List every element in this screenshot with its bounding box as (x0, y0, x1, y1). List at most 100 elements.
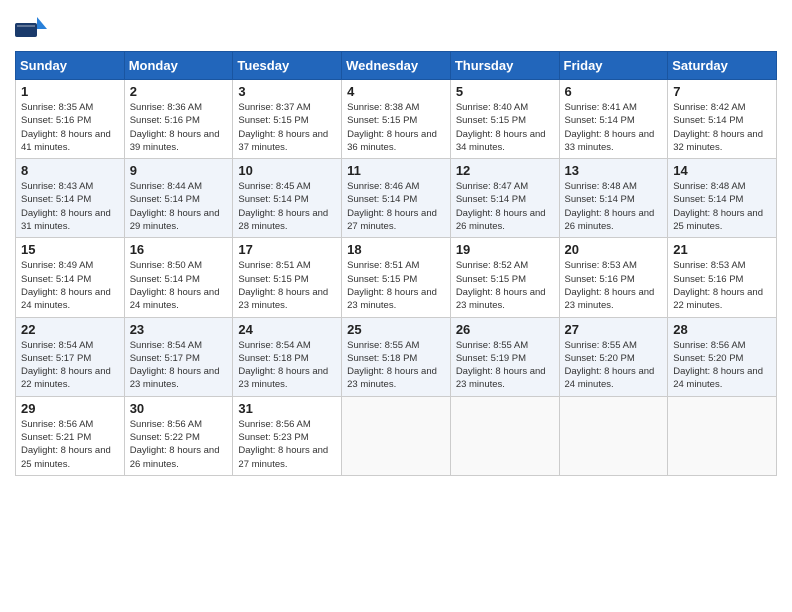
day-number: 8 (21, 163, 119, 178)
day-detail: Sunrise: 8:54 AM Sunset: 5:18 PM Dayligh… (238, 339, 336, 392)
day-detail: Sunrise: 8:53 AM Sunset: 5:16 PM Dayligh… (565, 259, 663, 312)
day-detail: Sunrise: 8:41 AM Sunset: 5:14 PM Dayligh… (565, 101, 663, 154)
day-cell-12: 12 Sunrise: 8:47 AM Sunset: 5:14 PM Dayl… (450, 159, 559, 238)
weekday-friday: Friday (559, 52, 668, 80)
empty-cell (450, 396, 559, 475)
day-number: 14 (673, 163, 771, 178)
weekday-wednesday: Wednesday (342, 52, 451, 80)
day-cell-28: 28 Sunrise: 8:56 AM Sunset: 5:20 PM Dayl… (668, 317, 777, 396)
day-detail: Sunrise: 8:45 AM Sunset: 5:14 PM Dayligh… (238, 180, 336, 233)
day-detail: Sunrise: 8:43 AM Sunset: 5:14 PM Dayligh… (21, 180, 119, 233)
day-number: 22 (21, 322, 119, 337)
day-number: 25 (347, 322, 445, 337)
day-detail: Sunrise: 8:37 AM Sunset: 5:15 PM Dayligh… (238, 101, 336, 154)
day-detail: Sunrise: 8:53 AM Sunset: 5:16 PM Dayligh… (673, 259, 771, 312)
day-detail: Sunrise: 8:56 AM Sunset: 5:23 PM Dayligh… (238, 418, 336, 471)
day-detail: Sunrise: 8:54 AM Sunset: 5:17 PM Dayligh… (21, 339, 119, 392)
day-cell-7: 7 Sunrise: 8:42 AM Sunset: 5:14 PM Dayli… (668, 80, 777, 159)
day-number: 6 (565, 84, 663, 99)
day-number: 19 (456, 242, 554, 257)
day-detail: Sunrise: 8:56 AM Sunset: 5:20 PM Dayligh… (673, 339, 771, 392)
day-detail: Sunrise: 8:46 AM Sunset: 5:14 PM Dayligh… (347, 180, 445, 233)
day-number: 4 (347, 84, 445, 99)
day-number: 24 (238, 322, 336, 337)
empty-cell (668, 396, 777, 475)
day-number: 21 (673, 242, 771, 257)
weekday-sunday: Sunday (16, 52, 125, 80)
day-detail: Sunrise: 8:44 AM Sunset: 5:14 PM Dayligh… (130, 180, 228, 233)
day-detail: Sunrise: 8:49 AM Sunset: 5:14 PM Dayligh… (21, 259, 119, 312)
empty-cell (559, 396, 668, 475)
day-number: 9 (130, 163, 228, 178)
day-number: 31 (238, 401, 336, 416)
day-number: 2 (130, 84, 228, 99)
day-cell-11: 11 Sunrise: 8:46 AM Sunset: 5:14 PM Dayl… (342, 159, 451, 238)
day-detail: Sunrise: 8:38 AM Sunset: 5:15 PM Dayligh… (347, 101, 445, 154)
week-row-2: 8 Sunrise: 8:43 AM Sunset: 5:14 PM Dayli… (16, 159, 777, 238)
day-cell-13: 13 Sunrise: 8:48 AM Sunset: 5:14 PM Dayl… (559, 159, 668, 238)
day-number: 30 (130, 401, 228, 416)
day-number: 23 (130, 322, 228, 337)
day-detail: Sunrise: 8:56 AM Sunset: 5:21 PM Dayligh… (21, 418, 119, 471)
day-cell-25: 25 Sunrise: 8:55 AM Sunset: 5:18 PM Dayl… (342, 317, 451, 396)
day-detail: Sunrise: 8:47 AM Sunset: 5:14 PM Dayligh… (456, 180, 554, 233)
day-cell-3: 3 Sunrise: 8:37 AM Sunset: 5:15 PM Dayli… (233, 80, 342, 159)
day-cell-8: 8 Sunrise: 8:43 AM Sunset: 5:14 PM Dayli… (16, 159, 125, 238)
day-detail: Sunrise: 8:42 AM Sunset: 5:14 PM Dayligh… (673, 101, 771, 154)
day-cell-29: 29 Sunrise: 8:56 AM Sunset: 5:21 PM Dayl… (16, 396, 125, 475)
page: SundayMondayTuesdayWednesdayThursdayFrid… (0, 0, 792, 491)
day-number: 12 (456, 163, 554, 178)
day-cell-23: 23 Sunrise: 8:54 AM Sunset: 5:17 PM Dayl… (124, 317, 233, 396)
day-detail: Sunrise: 8:52 AM Sunset: 5:15 PM Dayligh… (456, 259, 554, 312)
day-number: 20 (565, 242, 663, 257)
day-detail: Sunrise: 8:55 AM Sunset: 5:20 PM Dayligh… (565, 339, 663, 392)
day-detail: Sunrise: 8:51 AM Sunset: 5:15 PM Dayligh… (347, 259, 445, 312)
day-number: 7 (673, 84, 771, 99)
empty-cell (342, 396, 451, 475)
day-cell-5: 5 Sunrise: 8:40 AM Sunset: 5:15 PM Dayli… (450, 80, 559, 159)
day-cell-2: 2 Sunrise: 8:36 AM Sunset: 5:16 PM Dayli… (124, 80, 233, 159)
day-detail: Sunrise: 8:48 AM Sunset: 5:14 PM Dayligh… (565, 180, 663, 233)
day-detail: Sunrise: 8:50 AM Sunset: 5:14 PM Dayligh… (130, 259, 228, 312)
day-cell-19: 19 Sunrise: 8:52 AM Sunset: 5:15 PM Dayl… (450, 238, 559, 317)
day-cell-22: 22 Sunrise: 8:54 AM Sunset: 5:17 PM Dayl… (16, 317, 125, 396)
calendar-table: SundayMondayTuesdayWednesdayThursdayFrid… (15, 51, 777, 476)
day-detail: Sunrise: 8:48 AM Sunset: 5:14 PM Dayligh… (673, 180, 771, 233)
day-detail: Sunrise: 8:35 AM Sunset: 5:16 PM Dayligh… (21, 101, 119, 154)
day-cell-10: 10 Sunrise: 8:45 AM Sunset: 5:14 PM Dayl… (233, 159, 342, 238)
day-cell-24: 24 Sunrise: 8:54 AM Sunset: 5:18 PM Dayl… (233, 317, 342, 396)
weekday-monday: Monday (124, 52, 233, 80)
week-row-5: 29 Sunrise: 8:56 AM Sunset: 5:21 PM Dayl… (16, 396, 777, 475)
day-detail: Sunrise: 8:54 AM Sunset: 5:17 PM Dayligh… (130, 339, 228, 392)
weekday-thursday: Thursday (450, 52, 559, 80)
day-cell-20: 20 Sunrise: 8:53 AM Sunset: 5:16 PM Dayl… (559, 238, 668, 317)
weekday-header-row: SundayMondayTuesdayWednesdayThursdayFrid… (16, 52, 777, 80)
day-number: 28 (673, 322, 771, 337)
day-number: 16 (130, 242, 228, 257)
day-number: 18 (347, 242, 445, 257)
day-detail: Sunrise: 8:55 AM Sunset: 5:19 PM Dayligh… (456, 339, 554, 392)
day-cell-18: 18 Sunrise: 8:51 AM Sunset: 5:15 PM Dayl… (342, 238, 451, 317)
day-number: 10 (238, 163, 336, 178)
day-number: 15 (21, 242, 119, 257)
week-row-1: 1 Sunrise: 8:35 AM Sunset: 5:16 PM Dayli… (16, 80, 777, 159)
day-number: 17 (238, 242, 336, 257)
weekday-tuesday: Tuesday (233, 52, 342, 80)
day-detail: Sunrise: 8:56 AM Sunset: 5:22 PM Dayligh… (130, 418, 228, 471)
day-number: 3 (238, 84, 336, 99)
day-cell-27: 27 Sunrise: 8:55 AM Sunset: 5:20 PM Dayl… (559, 317, 668, 396)
day-cell-4: 4 Sunrise: 8:38 AM Sunset: 5:15 PM Dayli… (342, 80, 451, 159)
logo (15, 10, 50, 43)
day-detail: Sunrise: 8:40 AM Sunset: 5:15 PM Dayligh… (456, 101, 554, 154)
day-cell-21: 21 Sunrise: 8:53 AM Sunset: 5:16 PM Dayl… (668, 238, 777, 317)
day-detail: Sunrise: 8:36 AM Sunset: 5:16 PM Dayligh… (130, 101, 228, 154)
day-cell-16: 16 Sunrise: 8:50 AM Sunset: 5:14 PM Dayl… (124, 238, 233, 317)
day-cell-26: 26 Sunrise: 8:55 AM Sunset: 5:19 PM Dayl… (450, 317, 559, 396)
day-cell-31: 31 Sunrise: 8:56 AM Sunset: 5:23 PM Dayl… (233, 396, 342, 475)
day-number: 11 (347, 163, 445, 178)
day-number: 29 (21, 401, 119, 416)
day-cell-1: 1 Sunrise: 8:35 AM Sunset: 5:16 PM Dayli… (16, 80, 125, 159)
day-cell-17: 17 Sunrise: 8:51 AM Sunset: 5:15 PM Dayl… (233, 238, 342, 317)
day-number: 27 (565, 322, 663, 337)
weekday-saturday: Saturday (668, 52, 777, 80)
